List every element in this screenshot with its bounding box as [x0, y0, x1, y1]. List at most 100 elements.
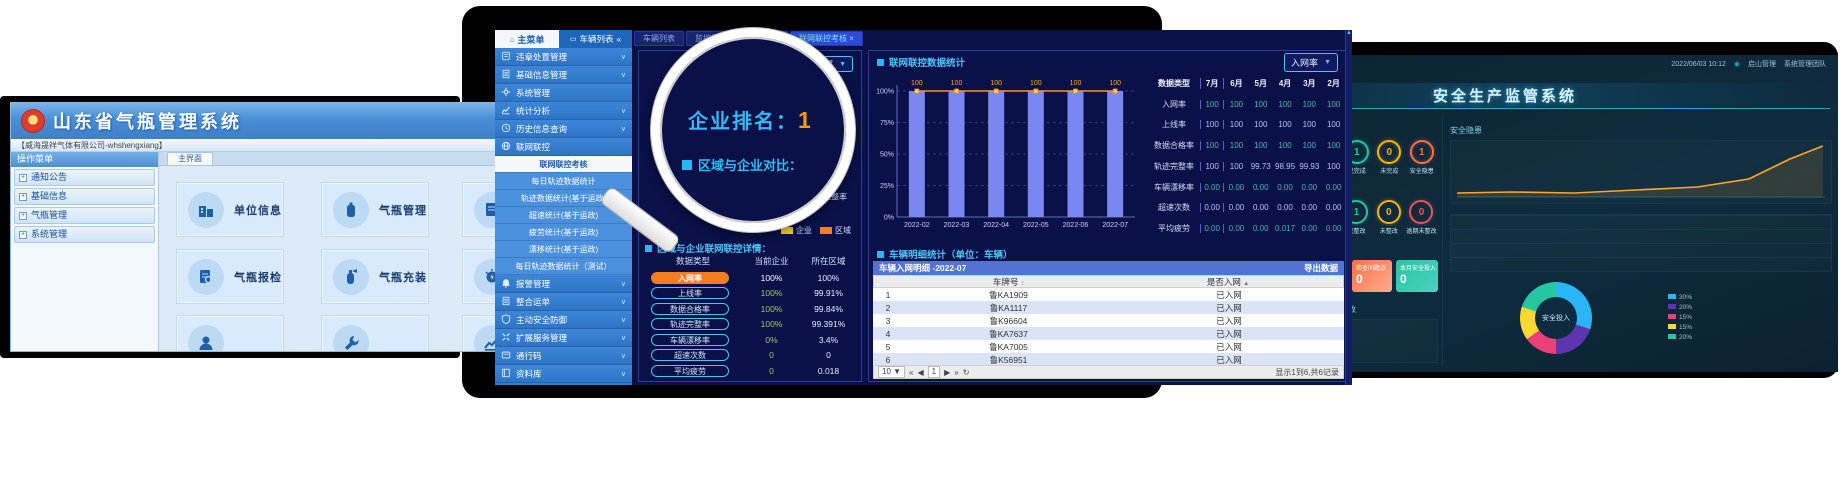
scroll-up-icon[interactable]: ▲ — [1346, 30, 1352, 36]
sidebar-item-违章处置管理[interactable]: 违章处置管理∨ — [495, 48, 632, 66]
vehicle-row-鲁KA7637[interactable]: 4鲁KA7637已入网 — [873, 327, 1344, 340]
sort-icon[interactable]: ↕ — [1021, 280, 1025, 287]
sidebar-item-联网联控[interactable]: 联网联控 — [495, 138, 632, 156]
submenu-item-每日轨迹数据统计（测试）[interactable]: 每日轨迹数据统计（测试） — [495, 258, 632, 275]
inspect-icon — [197, 268, 215, 286]
sidebar-item-资料库[interactable]: 资料库∨ — [495, 365, 632, 383]
sidebar-item-整合运单[interactable]: 整合运单∨ — [495, 293, 632, 311]
invest-legend-item-3: 15% — [1668, 313, 1692, 323]
first-page-icon[interactable]: « — [909, 368, 913, 377]
expand-plus-icon[interactable]: + — [19, 231, 27, 239]
gas-cylinder-system-window: 山东省气瓶管理系统 【威海晟祥气体有限公司-whshengxiang】 操作菜单… — [10, 102, 497, 352]
sidebar-item-通行码[interactable]: 通行码∨ — [495, 347, 632, 365]
prev-page-icon[interactable]: ◀ — [918, 368, 924, 377]
dashboard-team[interactable]: 系统管理团队 — [1784, 59, 1826, 69]
home-card-使用登记[interactable]: 使用登记 — [463, 183, 497, 236]
sidebar-vehicle-tab[interactable]: ▭ 车辆列表 « — [559, 30, 632, 48]
sidebar-item-报警管理[interactable]: 报警管理∨ — [495, 275, 632, 293]
card-icon-wrap — [333, 192, 369, 228]
col-header-status[interactable]: 是否入网 ▲ — [1113, 276, 1343, 288]
home-card-气瓶充装[interactable]: 气瓶充装 — [322, 250, 428, 303]
metric-button-平均疲劳[interactable]: 平均疲劳 — [651, 365, 729, 377]
metric-button-轨迹完整率[interactable]: 轨迹完整率 — [651, 318, 729, 330]
month-card-检查问题点[interactable]: 检查问题点0 — [1352, 260, 1392, 292]
submenu-item-联网联控考核[interactable]: 联网联控考核 — [495, 156, 632, 173]
metric-button-入网率[interactable]: 入网率 — [651, 272, 729, 284]
monthly-table: 数据类型7月6月5月4月3月2月入网率100100100100100100上线率… — [1148, 73, 1346, 239]
home-card-hidden-7[interactable] — [322, 316, 428, 352]
tab-车辆列表[interactable]: 车辆列表 — [634, 31, 684, 46]
home-card-单位信息[interactable]: 单位信息 — [177, 183, 283, 236]
home-card-气瓶管理[interactable]: 气瓶管理 — [322, 183, 428, 236]
sidebar-item-label: 基础信息管理 — [516, 69, 567, 81]
expand-plus-icon[interactable]: + — [19, 212, 27, 220]
home-card-hidden-6[interactable] — [177, 316, 283, 352]
sidebar-item-扩展服务管理[interactable]: 扩展服务管理∨ — [495, 329, 632, 347]
scrollbar[interactable]: ▲ — [1345, 30, 1352, 385]
col-header-plate[interactable]: 车牌号 ↕ — [904, 276, 1113, 288]
vehicle-row-鲁KA1909[interactable]: 1鲁KA1909已入网 — [873, 288, 1344, 301]
sort-asc-icon[interactable]: ▲ — [1243, 281, 1249, 287]
sidebar-item-历史信息查询[interactable]: 历史信息查询∨ — [495, 120, 632, 138]
monthly-value: 0.00 — [1200, 203, 1224, 212]
submenu-item-漂移统计(基于运政)[interactable]: 漂移统计(基于运政) — [495, 241, 632, 258]
vehicle-row-鲁K96604[interactable]: 3鲁K96604已入网 — [873, 314, 1344, 327]
expand-plus-icon[interactable]: + — [19, 193, 27, 201]
icon-wrap — [501, 278, 511, 290]
sidebar-item-主动安全防御[interactable]: 主动安全防御∨ — [495, 311, 632, 329]
section-bullet-icon — [645, 245, 652, 252]
card-label: 单位信息 — [234, 202, 282, 218]
legend-swatch — [1668, 334, 1676, 339]
icon-wrap — [501, 332, 511, 344]
sidebar-item-基础信息管理[interactable]: 基础信息管理 ∨ — [495, 66, 632, 84]
network-status: 已入网 — [1114, 328, 1344, 340]
home-card-气瓶报检[interactable]: 气瓶报检 — [177, 250, 283, 303]
operation-menu-header: 操作菜单 — [11, 152, 158, 167]
sidebar-item-label: 通知公告 — [31, 170, 67, 185]
close-icon[interactable]: × — [849, 34, 854, 43]
metric-button-数据合格率[interactable]: 数据合格率 — [651, 303, 729, 315]
monthly-value: 98.95 — [1273, 162, 1297, 171]
expand-plus-icon[interactable]: + — [19, 174, 27, 182]
home-card-hidden-8[interactable] — [463, 316, 497, 352]
page-size-select[interactable]: 10 ▼ — [878, 366, 905, 378]
metric-button-车辆漂移率[interactable]: 车辆漂移率 — [651, 334, 729, 346]
tab-main-screen[interactable]: 主界面 — [167, 152, 213, 165]
export-data-link[interactable]: 导出数据 — [1304, 262, 1338, 274]
vehicle-row-鲁KA1117[interactable]: 2鲁KA1117已入网 — [873, 301, 1344, 314]
metric-button-超速次数[interactable]: 超速次数 — [651, 349, 729, 361]
metric-select[interactable]: 入网率 ▼ — [1284, 53, 1338, 72]
sidebar-item-3[interactable]: +气瓶管理 — [14, 207, 155, 224]
refresh-icon[interactable]: ↻ — [963, 368, 970, 377]
icon-wrap — [501, 51, 511, 63]
month-card-本月安全投入[interactable]: 本月安全投入0 — [1396, 260, 1438, 292]
svg-text:100: 100 — [990, 80, 1002, 87]
card-label: 气瓶报检 — [234, 269, 282, 285]
gauge-安全隐患: 1安全隐患 — [1406, 140, 1439, 175]
last-page-icon[interactable]: » — [954, 368, 958, 377]
sidebar-item-4[interactable]: +系统管理 — [14, 226, 155, 243]
dashboard-user[interactable]: 启山管理 — [1748, 59, 1776, 69]
chevron-down-icon: ∨ — [621, 71, 626, 79]
submenu-item-疲劳统计(基于运政)[interactable]: 疲劳统计(基于运政) — [495, 224, 632, 241]
svg-text:0%: 0% — [884, 215, 894, 222]
clipboard-icon — [501, 51, 511, 61]
sidebar-item-1[interactable]: + 通知公告 — [14, 169, 155, 186]
next-page-icon[interactable]: ▶ — [944, 368, 950, 377]
sidebar-item-统计分析[interactable]: 统计分析∨ — [495, 102, 632, 120]
radar-legend: 企业区域 — [781, 225, 851, 236]
home-card-信息预警[interactable]: 信息预警 — [463, 250, 497, 303]
card-label: 本月安全投入 — [1400, 263, 1434, 272]
sidebar-item-2[interactable]: + 基础信息 — [14, 188, 155, 205]
collapse-icon[interactable]: « — [616, 34, 621, 44]
sidebar-item-label: 基础信息 — [31, 189, 67, 204]
sidebar-item-系统管理[interactable]: 系统管理 — [495, 84, 632, 102]
page-number-input[interactable]: 1 — [928, 366, 940, 378]
network-status: 已入网 — [1114, 341, 1344, 353]
monthly-value: 0.00 — [1200, 183, 1224, 192]
card-icon-wrap — [188, 325, 224, 353]
bar-chart: 0%25%50%75%100%1002022-021002022-0310020… — [871, 77, 1143, 247]
vehicle-row-鲁KA7005[interactable]: 5鲁KA7005已入网 — [873, 340, 1344, 353]
sidebar-home-tab[interactable]: ⌂ 主菜单 — [495, 30, 559, 48]
metric-button-上线率[interactable]: 上线率 — [651, 287, 729, 299]
